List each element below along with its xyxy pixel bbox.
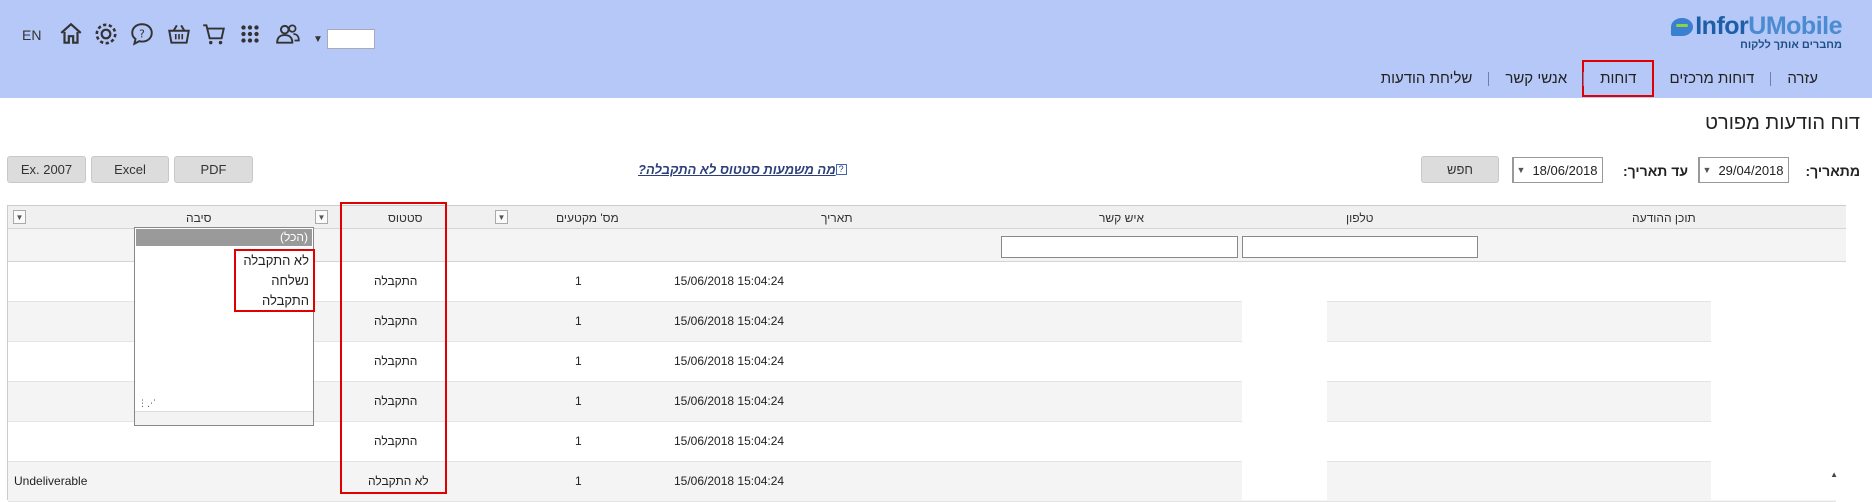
language-switch[interactable]: EN xyxy=(22,27,41,43)
phone-filter-input[interactable] xyxy=(1242,236,1478,258)
contacts-icon[interactable] xyxy=(274,20,302,48)
chevron-down-icon[interactable]: ▼ xyxy=(315,210,328,224)
main-nav: שליחת הודעות אנשי קשר דוחות דוחות מרכזים… xyxy=(1365,60,1834,97)
from-date-field[interactable]: ▼ 29/04/2018 xyxy=(1698,157,1789,183)
from-date-label: מתאריך: xyxy=(1805,163,1860,179)
row-segments: 1 xyxy=(575,314,582,328)
highlight-box-options xyxy=(234,249,315,312)
svg-text:?: ? xyxy=(139,27,145,40)
nav-separator xyxy=(1488,71,1490,86)
redacted-phone-area xyxy=(1242,262,1327,500)
status-help-text: מה משמעות סטטוס לא התקבלה? xyxy=(638,162,836,177)
to-date-value: 18/06/2018 xyxy=(1532,162,1598,178)
row-segments: 1 xyxy=(575,394,582,408)
col-date[interactable]: תאריך xyxy=(821,211,853,225)
highlight-box-status-column xyxy=(340,202,447,494)
help-icon[interactable]: ? xyxy=(128,20,156,48)
filter-option-all[interactable]: (הכל) xyxy=(136,229,312,246)
help-icon: ? xyxy=(835,164,847,175)
row-date: 15/06/2018 15:04:24 xyxy=(674,434,785,448)
table-row[interactable]: 15/06/2018 15:04:24 1 לא התקבלה Undelive… xyxy=(8,462,1836,502)
export-pdf-button[interactable]: PDF xyxy=(174,156,253,183)
nav-contacts[interactable]: אנשי קשר xyxy=(1489,70,1583,87)
export-ex2007-button[interactable]: Ex. 2007 xyxy=(7,156,86,183)
chevron-down-icon: ▼ xyxy=(313,33,323,45)
to-date-label: עד תאריך: xyxy=(1622,163,1688,179)
chevron-down-icon[interactable]: ▼ xyxy=(1513,158,1528,182)
settings-icon[interactable] xyxy=(92,20,120,48)
row-segments: 1 xyxy=(575,434,582,448)
status-help-link[interactable]: ? מה משמעות סטטוס לא התקבלה? xyxy=(638,162,850,177)
resize-grip-icon[interactable]: ⋮⋰ xyxy=(138,398,156,409)
chevron-down-icon[interactable]: ▼ xyxy=(13,210,26,224)
nav-separator xyxy=(1770,71,1772,86)
row-date: 15/06/2018 15:04:24 xyxy=(674,354,785,368)
nav-summary-reports[interactable]: דוחות מרכזים xyxy=(1653,70,1770,87)
user-name-box xyxy=(326,29,375,49)
col-contact[interactable]: איש קשר xyxy=(1099,211,1144,225)
page-title: דוח הודעות מפורט xyxy=(1704,112,1860,134)
logo: Infor UMobile מחברים אותך ללקוח xyxy=(1671,12,1842,51)
chevron-down-icon[interactable]: ▼ xyxy=(1699,158,1714,182)
row-segments: 1 xyxy=(575,474,582,488)
row-date: 15/06/2018 15:04:24 xyxy=(674,474,785,488)
row-reason: Undeliverable xyxy=(14,474,88,488)
row-date: 15/06/2018 15:04:24 xyxy=(674,314,785,328)
nav-help[interactable]: עזרה xyxy=(1771,70,1834,87)
grid-header: תוכן ההודעה טלפון איש קשר תאריך מס' מקטע… xyxy=(8,205,1846,229)
row-segments: 1 xyxy=(575,354,582,368)
to-date-field[interactable]: ▼ 18/06/2018 xyxy=(1512,157,1603,183)
user-selector[interactable]: ▼ xyxy=(313,29,375,49)
col-message[interactable]: תוכן ההודעה xyxy=(1632,211,1696,225)
row-date: 15/06/2018 15:04:24 xyxy=(674,274,785,288)
export-excel-button[interactable]: Excel xyxy=(91,156,169,183)
popup-footer xyxy=(135,411,313,425)
top-header: EN ? ▼ Infor UMobile מחברים אותך ללקוח של… xyxy=(0,0,1872,98)
row-segments: 1 xyxy=(575,274,582,288)
nav-send-messages[interactable]: שליחת הודעות xyxy=(1365,70,1489,87)
row-date: 15/06/2018 15:04:24 xyxy=(674,394,785,408)
contact-filter-input[interactable] xyxy=(1001,236,1238,258)
home-icon[interactable] xyxy=(57,20,85,48)
chevron-down-icon[interactable]: ▼ xyxy=(495,210,508,224)
scroll-up-icon[interactable]: ▲ xyxy=(1830,470,1838,479)
from-date-value: 29/04/2018 xyxy=(1718,162,1784,178)
apps-icon[interactable] xyxy=(236,20,264,48)
col-phone[interactable]: טלפון xyxy=(1346,211,1374,225)
basket-icon[interactable] xyxy=(165,20,193,48)
col-segments[interactable]: מס' מקטעים xyxy=(556,211,619,225)
cart-icon[interactable] xyxy=(200,20,228,48)
search-button[interactable]: חפש xyxy=(1421,156,1499,183)
col-reason[interactable]: סיבה xyxy=(186,211,212,225)
redacted-message-area xyxy=(1711,262,1846,500)
nav-reports[interactable]: דוחות xyxy=(1582,60,1655,97)
nav-separator xyxy=(1583,71,1585,86)
table-row[interactable]: 15/06/2018 15:04:24 1 התקבלה xyxy=(8,422,1836,462)
logo-bubble-icon xyxy=(1671,17,1694,36)
